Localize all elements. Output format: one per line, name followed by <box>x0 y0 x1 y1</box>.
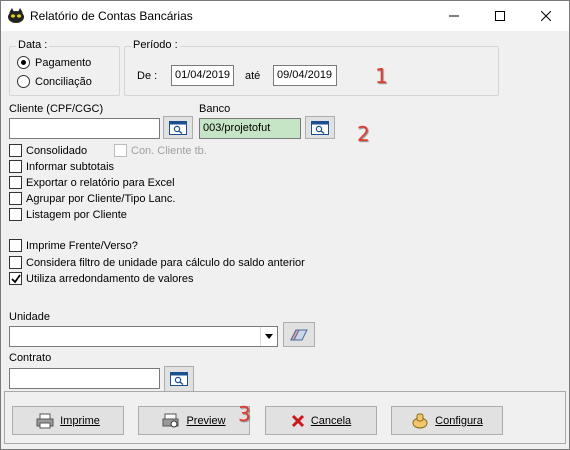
radio-conciliacao-label: Conciliação <box>35 75 92 88</box>
preview-label: Preview <box>186 414 226 427</box>
close-icon <box>541 11 551 21</box>
radio-conciliacao[interactable]: Conciliação <box>17 75 92 88</box>
agrupar-checkbox[interactable]: Agrupar por Cliente/Tipo Lanc. <box>9 192 175 205</box>
dialog-client-area: Data : Pagamento Conciliação Período : D… <box>1 31 569 449</box>
informar-subtotais-checkbox[interactable]: Informar subtotais <box>9 160 114 173</box>
agrupar-box <box>9 192 22 205</box>
lookup-window-icon <box>169 120 187 135</box>
informar-subtotais-label: Informar subtotais <box>26 160 115 173</box>
data-group-legend: Data : <box>16 39 50 51</box>
informar-subtotais-box <box>9 160 22 173</box>
radio-conciliacao-dot <box>17 75 30 88</box>
periodo-group-legend: Período : <box>131 39 180 51</box>
app-cat-icon <box>7 8 25 24</box>
periodo-groupbox: Período : De : 01/04/2019 até 09/04/2019 <box>124 39 499 96</box>
maximize-button[interactable] <box>477 1 523 31</box>
configura-label: Configura <box>435 414 483 427</box>
radio-pagamento-label: Pagamento <box>35 56 92 69</box>
cliente-search-button[interactable] <box>163 116 193 139</box>
contrato-search-button[interactable] <box>164 366 194 392</box>
banco-input[interactable]: 003/projetofut <box>199 118 301 139</box>
configura-button[interactable]: Configura <box>391 406 503 435</box>
printer-icon <box>36 413 54 428</box>
annotation-marker-3: 3 <box>238 402 251 426</box>
window-title: Relatório de Contas Bancárias <box>30 9 193 23</box>
frente-verso-box <box>9 239 22 252</box>
filtro-unidade-checkbox[interactable]: Considera filtro de unidade para cálculo… <box>9 256 305 269</box>
settings-hand-icon <box>412 413 428 428</box>
contrato-input[interactable] <box>9 368 160 389</box>
minimize-button[interactable] <box>431 1 477 31</box>
cliente-input[interactable] <box>9 118 160 139</box>
footer-button-bar: Imprime Preview 3 Cancela Configura <box>4 391 566 444</box>
title-bar: Relatório de Contas Bancárias <box>1 1 569 31</box>
exportar-excel-box <box>9 176 22 189</box>
consolidado-box <box>9 144 22 157</box>
preview-button[interactable]: Preview <box>138 406 250 435</box>
preview-icon <box>162 413 179 427</box>
eraser-icon <box>290 329 308 340</box>
consolidado-label: Consolidado <box>26 144 88 157</box>
agrupar-label: Agrupar por Cliente/Tipo Lanc. <box>26 192 176 205</box>
con-cliente-label: Con. Cliente tb. <box>131 144 207 157</box>
con-cliente-checkbox[interactable]: Con. Cliente tb. <box>114 144 207 157</box>
unidade-select[interactable] <box>9 326 278 347</box>
imprime-button[interactable]: Imprime <box>12 406 124 435</box>
ate-label: até <box>245 70 261 82</box>
lookup-window-icon <box>170 372 188 386</box>
de-label: De : <box>137 70 158 82</box>
red-x-icon <box>291 414 304 427</box>
filtro-unidade-label: Considera filtro de unidade para cálculo… <box>26 256 305 269</box>
frente-verso-label: Imprime Frente/Verso? <box>26 239 138 252</box>
chevron-down-icon <box>265 334 273 339</box>
banco-search-button[interactable] <box>305 116 335 139</box>
de-date-input[interactable]: 01/04/2019 <box>171 65 234 86</box>
radio-pagamento[interactable]: Pagamento <box>17 56 91 69</box>
cancela-button[interactable]: Cancela <box>265 406 377 435</box>
lookup-window-icon <box>311 120 329 135</box>
close-button[interactable] <box>523 1 569 31</box>
frente-verso-checkbox[interactable]: Imprime Frente/Verso? <box>9 239 138 252</box>
cliente-label: Cliente (CPF/CGC) <box>9 103 104 115</box>
radio-pagamento-dot <box>17 56 30 69</box>
consolidado-checkbox[interactable]: Consolidado <box>9 144 87 157</box>
listagem-label: Listagem por Cliente <box>26 208 127 221</box>
con-cliente-box <box>114 144 127 157</box>
filtro-unidade-box <box>9 256 22 269</box>
ate-date-input[interactable]: 09/04/2019 <box>273 65 337 86</box>
contrato-label: Contrato <box>9 352 52 364</box>
annotation-marker-2: 2 <box>357 122 370 146</box>
unidade-clear-button[interactable] <box>283 322 315 347</box>
listagem-checkbox[interactable]: Listagem por Cliente <box>9 208 127 221</box>
checkmark-icon <box>11 274 21 284</box>
minimize-icon <box>449 15 459 17</box>
report-dialog-window: Relatório de Contas Bancárias Data : Pag… <box>0 0 570 450</box>
listagem-box <box>9 208 22 221</box>
annotation-marker-1: 1 <box>375 64 388 88</box>
arredondamento-checkbox[interactable]: Utiliza arredondamento de valores <box>9 272 194 285</box>
exportar-excel-checkbox[interactable]: Exportar o relatório para Excel <box>9 176 175 189</box>
arredondamento-label: Utiliza arredondamento de valores <box>26 272 194 285</box>
data-groupbox: Data : Pagamento Conciliação <box>9 39 120 96</box>
imprime-label: Imprime <box>60 414 100 427</box>
maximize-icon <box>495 11 505 21</box>
dropdown-arrow[interactable] <box>260 327 277 346</box>
unidade-label: Unidade <box>9 311 50 323</box>
banco-label: Banco <box>199 103 231 115</box>
exportar-excel-label: Exportar o relatório para Excel <box>26 176 175 189</box>
arredondamento-box <box>9 272 22 285</box>
cancela-label: Cancela <box>310 414 352 427</box>
